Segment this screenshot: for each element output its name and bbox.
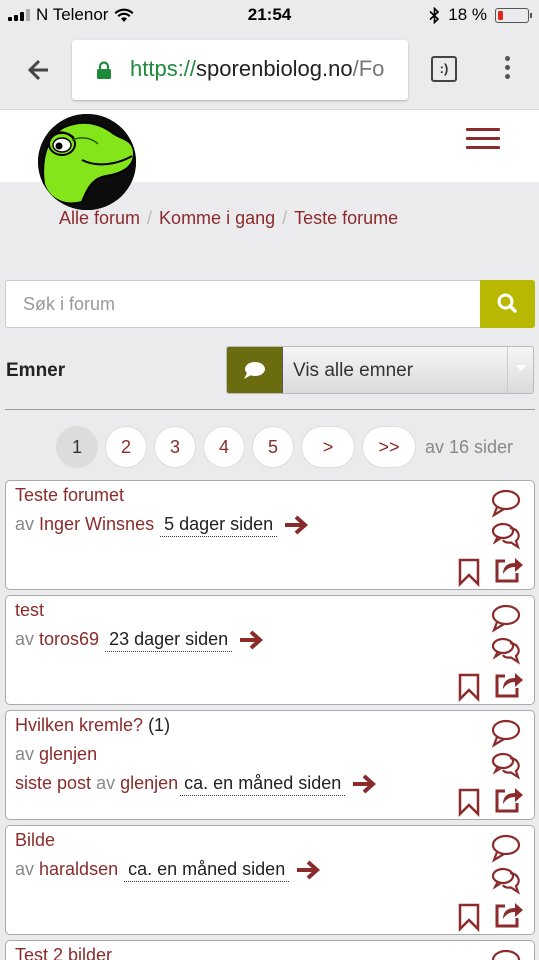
topic-meta: av Inger Winsnes 5 dager siden [15,514,309,537]
last-post-link[interactable]: siste post [15,773,91,793]
topic-author[interactable]: haraldsen [39,859,118,879]
breadcrumb-all-forums[interactable]: Alle forum [59,208,140,228]
topic-time: 23 dager siden [105,629,233,652]
forum-search [5,280,535,328]
site-header [0,110,539,210]
topic-card: test av toros69 23 dager siden [5,595,535,705]
arrow-right-icon[interactable] [238,629,264,651]
topic-card: Bilde av haraldsen ca. en måned siden [5,825,535,935]
search-icon [497,293,517,313]
comment-icon[interactable] [490,718,522,748]
lock-icon [97,61,111,79]
pages-total: av 16 sider [425,436,514,457]
arrow-right-icon[interactable] [295,859,321,881]
topics-filter-value: Vis alle emner [293,360,414,381]
reader-mode-icon[interactable]: :) [431,56,457,82]
topic-time: ca. en måned siden [180,773,346,796]
last-post-author[interactable]: glenjen [120,773,178,793]
comments-icon[interactable] [490,865,522,895]
page-4[interactable]: 4 [203,426,245,468]
arrow-right-icon[interactable] [351,773,377,795]
breadcrumb-current-forum[interactable]: Teste forume [294,208,398,228]
arrow-right-icon[interactable] [283,514,309,536]
frog-logo-icon [38,114,136,210]
status-right: 18 % [429,5,532,25]
page-2[interactable]: 2 [105,426,147,468]
comment-icon[interactable] [490,603,522,633]
search-button[interactable] [480,280,535,328]
topic-title[interactable]: Hvilken kremle? (1) [15,715,170,736]
bookmark-icon[interactable] [456,557,482,587]
topics-filter-select[interactable]: Vis alle emner [226,346,534,394]
topic-title[interactable]: Bilde [15,830,55,851]
topic-title[interactable]: Test 2 bilder [15,945,112,960]
page-last[interactable]: >> [362,426,416,468]
topic-card: Test 2 bilder [5,940,535,960]
bluetooth-icon [429,6,440,24]
url-text: https://sporenbiolog.no/Fo [130,56,385,81]
topic-author[interactable]: glenjen [39,744,97,764]
page-5[interactable]: 5 [252,426,294,468]
comment-icon[interactable] [490,948,522,960]
page-next[interactable]: > [301,426,355,468]
topic-author[interactable]: toros69 [39,629,99,649]
bookmark-icon[interactable] [456,902,482,932]
back-arrow-icon[interactable] [24,54,56,86]
share-icon[interactable] [493,669,525,699]
share-icon[interactable] [493,899,525,929]
topic-meta: av glenjen [15,744,98,764]
browser-toolbar: https://sporenbiolog.no/Fo :) [0,32,539,110]
speech-bubble-icon [227,347,283,393]
topic-title[interactable]: Teste forumet [15,485,124,506]
more-vert-icon[interactable] [500,56,514,84]
reply-count: (1) [148,715,171,735]
topic-time: 5 dager siden [160,514,278,537]
breadcrumb-getting-started[interactable]: Komme i gang [159,208,275,228]
divider [5,409,535,410]
topic-time: ca. en måned siden [124,859,290,882]
topic-last-post: siste post av glenjen ca. en måned siden [15,773,377,796]
pagination: 1 2 3 4 5 > >> av 16 sider [56,426,513,468]
comments-icon[interactable] [490,635,522,665]
share-icon[interactable] [493,784,525,814]
topic-title[interactable]: test [15,600,44,621]
bookmark-icon[interactable] [456,672,482,702]
address-bar[interactable]: https://sporenbiolog.no/Fo [72,40,408,100]
chevron-down-icon [507,347,533,393]
page-3[interactable]: 3 [154,426,196,468]
topic-author[interactable]: Inger Winsnes [39,514,154,534]
bookmark-icon[interactable] [456,787,482,817]
topic-card: Hvilken kremle? (1) av glenjen siste pos… [5,710,535,820]
battery-percent: 18 % [448,5,487,24]
page-1[interactable]: 1 [56,426,98,468]
status-bar: N Telenor 21:54 18 % [0,0,539,32]
battery-fill [498,10,503,20]
menu-icon[interactable] [466,128,500,152]
comments-icon[interactable] [490,750,522,780]
comment-icon[interactable] [490,833,522,863]
comment-icon[interactable] [490,488,522,518]
topics-label: Emner [6,360,66,381]
breadcrumb: Alle forum / Komme i gang / Teste forume [59,208,399,228]
search-input[interactable] [5,280,480,328]
site-logo[interactable] [38,114,136,210]
battery-icon [495,7,532,23]
topic-card: Teste forumet av Inger Winsnes 5 dager si… [5,480,535,590]
share-icon[interactable] [493,554,525,584]
topic-meta: av toros69 23 dager siden [15,629,264,652]
comments-icon[interactable] [490,520,522,550]
topic-meta: av haraldsen ca. en måned siden [15,859,321,882]
